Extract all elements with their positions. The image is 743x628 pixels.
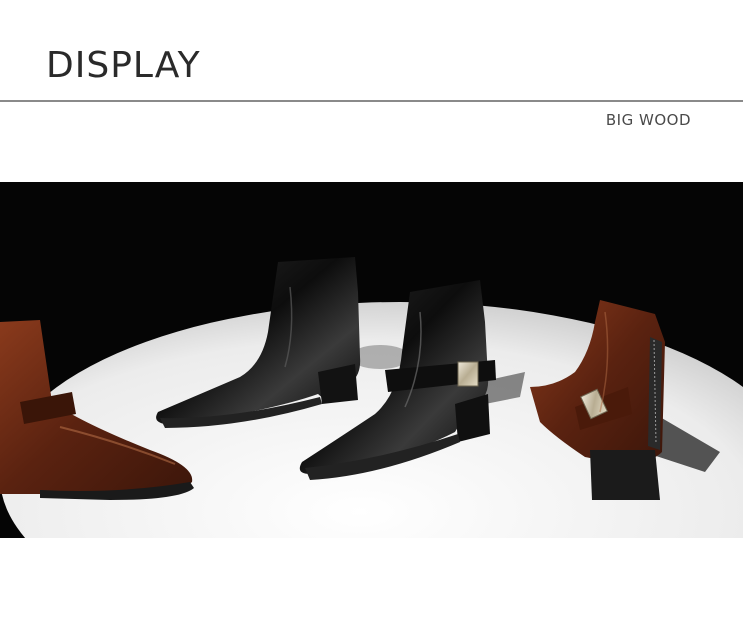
page-title: DISPLAY	[46, 45, 201, 86]
brand-label: BIG WOOD	[605, 111, 691, 129]
buckle	[457, 361, 479, 387]
header-divider	[0, 100, 743, 102]
product-photo	[0, 182, 743, 538]
boots-display-illustration	[0, 182, 743, 538]
